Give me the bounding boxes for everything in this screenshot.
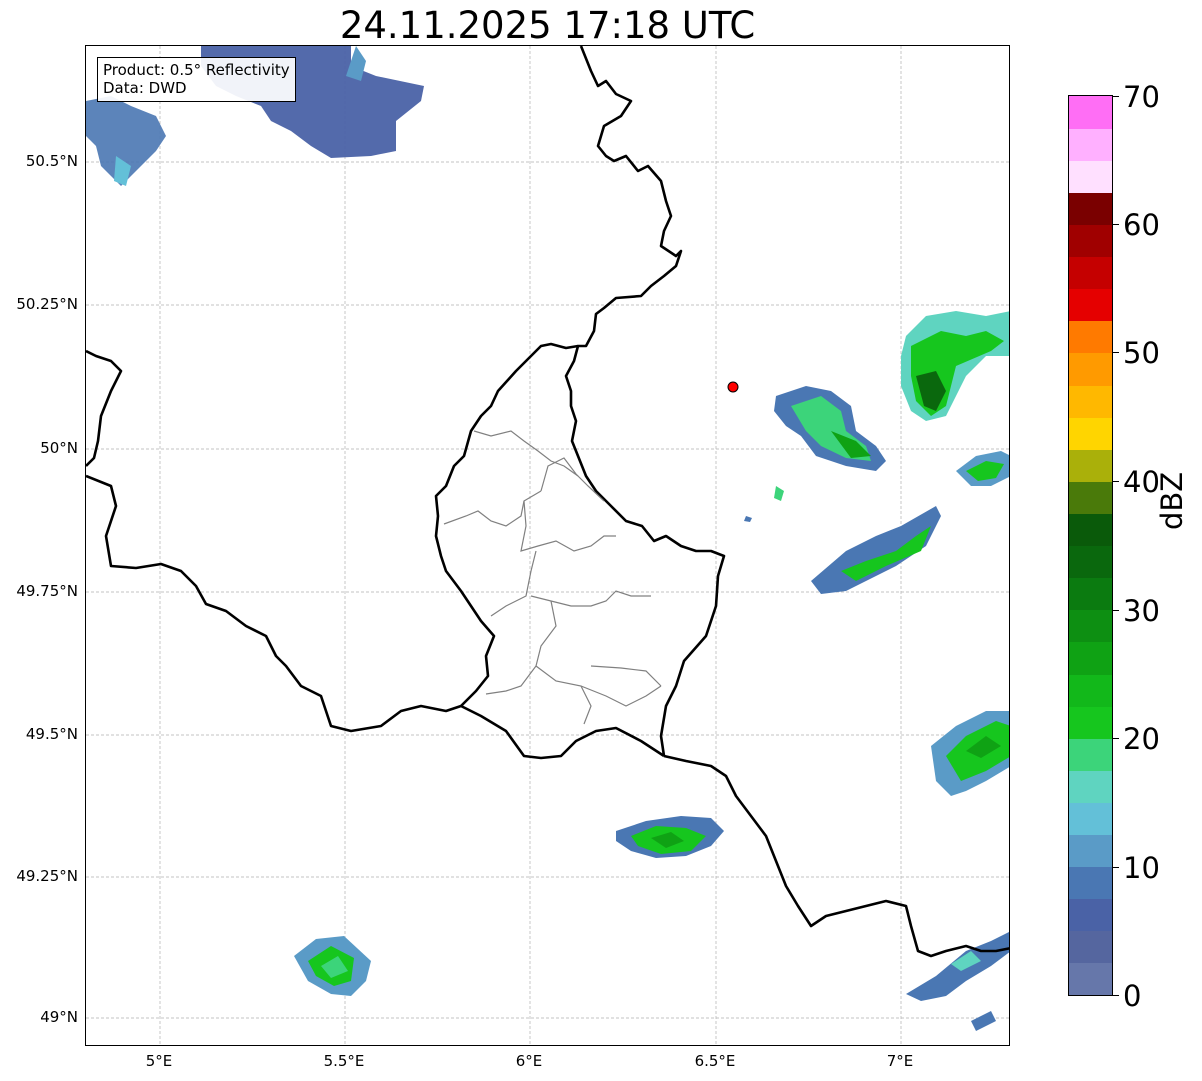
colorbar-label: 70	[1123, 80, 1160, 114]
colorbar-segment	[1069, 673, 1112, 707]
colorbar-segment	[1069, 577, 1112, 611]
colorbar-segment	[1069, 224, 1112, 258]
colorbar-label: 20	[1123, 722, 1160, 756]
colorbar-segment	[1069, 513, 1112, 547]
lat-label: 50.5°N	[25, 152, 78, 170]
radar-map[interactable]	[85, 45, 1010, 1046]
colorbar-segment	[1069, 481, 1112, 514]
map-canvas	[86, 46, 1009, 1045]
lon-label: 7°E	[886, 1052, 914, 1070]
colorbar-segment	[1069, 802, 1112, 836]
colorbar-tick	[1113, 96, 1119, 97]
radar-site-marker	[727, 381, 739, 393]
colorbar-tick	[1113, 738, 1119, 739]
admin-borders	[443, 430, 662, 725]
colorbar-segment	[1069, 898, 1112, 932]
map-title: 24.11.2025 17:18 UTC	[339, 4, 756, 47]
colorbar-segment	[1069, 609, 1112, 643]
colorbar-segment	[1069, 545, 1112, 579]
colorbar-tick	[1113, 867, 1119, 868]
colorbar-unit-label: dBZ	[1155, 471, 1189, 530]
colorbar	[1068, 95, 1113, 996]
colorbar-segment	[1069, 962, 1112, 995]
colorbar-segment	[1069, 706, 1112, 739]
colorbar-segment	[1069, 160, 1112, 193]
colorbar-segment	[1069, 417, 1112, 450]
country-borders	[86, 46, 1009, 958]
lon-label: 6.5°E	[694, 1052, 736, 1070]
echo-east-band	[811, 506, 941, 594]
product-label: Product: 0.5° Reflectivity	[103, 61, 290, 79]
colorbar-segment	[1069, 866, 1112, 900]
colorbar-segment	[1069, 128, 1112, 161]
colorbar-segment	[1069, 738, 1112, 771]
lon-label: 5°E	[145, 1052, 173, 1070]
colorbar-segment	[1069, 352, 1112, 386]
colorbar-segment	[1069, 288, 1112, 322]
colorbar-label: 60	[1123, 208, 1160, 242]
colorbar-segment	[1069, 384, 1112, 418]
lon-label: 6°E	[515, 1052, 543, 1070]
lat-label: 49.5°N	[25, 725, 78, 743]
colorbar-segment	[1069, 641, 1112, 675]
colorbar-segment	[1069, 930, 1112, 964]
colorbar-label: 50	[1123, 336, 1160, 370]
precipitation-echoes	[86, 46, 1009, 1031]
colorbar-label: 30	[1123, 594, 1160, 628]
colorbar-segment	[1069, 320, 1112, 354]
lat-label: 49.25°N	[16, 867, 78, 885]
lat-label: 49°N	[40, 1008, 78, 1026]
lon-label: 5.5°E	[323, 1052, 365, 1070]
data-source-label: Data: DWD	[103, 79, 187, 97]
colorbar-tick	[1113, 610, 1119, 611]
colorbar-segment	[1069, 256, 1112, 290]
lat-label: 49.75°N	[16, 582, 78, 600]
colorbar-tick	[1113, 481, 1119, 482]
colorbar-segment	[1069, 192, 1112, 226]
colorbar-segment	[1069, 96, 1112, 129]
colorbar-segment	[1069, 834, 1112, 868]
colorbar-tick	[1113, 352, 1119, 353]
colorbar-tick	[1113, 224, 1119, 225]
colorbar-segment	[1069, 449, 1112, 482]
lat-label: 50°N	[40, 439, 78, 457]
lat-label: 50.25°N	[16, 295, 78, 313]
colorbar-label: 10	[1123, 851, 1160, 885]
colorbar-segment	[1069, 770, 1112, 803]
colorbar-label: 0	[1123, 979, 1142, 1013]
colorbar-tick	[1113, 995, 1119, 996]
info-box: Product: 0.5° Reflectivity Data: DWD	[97, 57, 296, 102]
